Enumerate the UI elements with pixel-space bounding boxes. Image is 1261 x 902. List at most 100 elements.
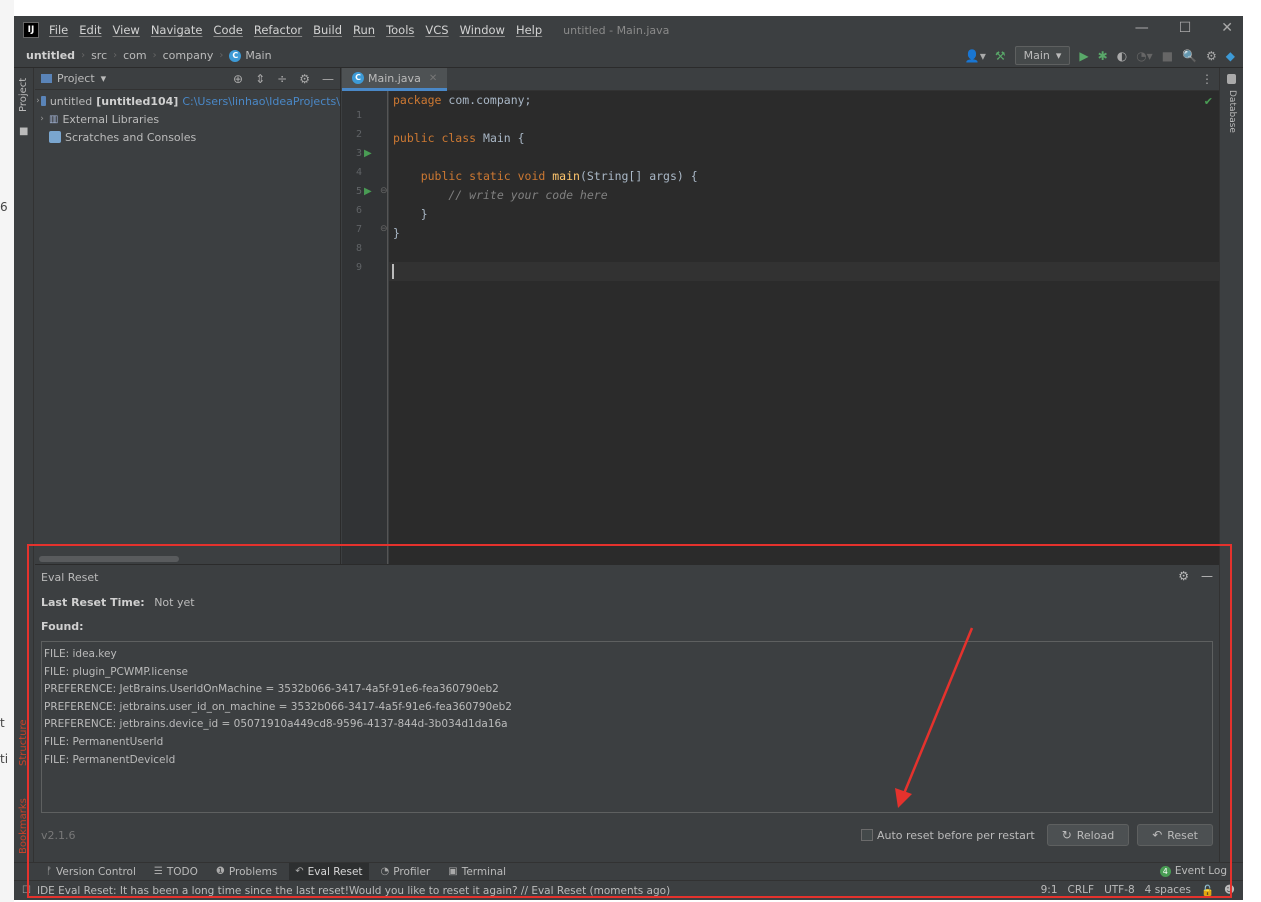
tab-eval-reset[interactable]: ↶ Eval Reset xyxy=(289,862,369,881)
event-log-button[interactable]: 4 Event Log xyxy=(1159,865,1227,877)
list-item: FILE: PermanentUserId xyxy=(44,735,164,748)
caret-position[interactable]: 9:1 xyxy=(1041,884,1058,897)
menu-window[interactable]: Window xyxy=(460,23,505,37)
menu-run[interactable]: Run xyxy=(353,23,375,37)
auto-reset-checkbox[interactable] xyxy=(860,829,873,841)
tree-item-scratches[interactable]: Scratches and Consoles xyxy=(35,128,340,146)
chevron-down-icon[interactable]: ▾ xyxy=(101,72,107,85)
code-line: // write your code here xyxy=(393,188,608,202)
locate-icon[interactable]: ⊕ xyxy=(233,72,243,86)
tab-todo[interactable]: ☰ TODO xyxy=(154,866,198,878)
breadcrumb-main[interactable]: Main xyxy=(245,49,271,62)
hide-icon[interactable]: — xyxy=(1201,569,1213,583)
expand-all-icon[interactable]: ⇕ xyxy=(255,72,265,86)
tab-terminal[interactable]: ▣ Terminal xyxy=(448,866,506,878)
run-gutter-icon[interactable]: ▶ xyxy=(364,186,372,197)
tab-main-java[interactable]: C Main.java ✕ xyxy=(342,68,448,91)
fold-icon[interactable]: ⊖ xyxy=(380,186,388,196)
search-icon[interactable]: 🔍 xyxy=(1182,49,1197,63)
chevron-right-icon: › xyxy=(81,50,86,61)
chevron-right-icon: › xyxy=(152,50,157,61)
gear-icon[interactable]: ⚙ xyxy=(299,72,310,86)
menu-help[interactable]: Help xyxy=(516,23,542,37)
line-number: 8 xyxy=(355,243,362,254)
stripe-structure-label[interactable]: Structure xyxy=(18,719,29,766)
breadcrumb-company[interactable]: company xyxy=(163,49,214,62)
status-message[interactable]: IDE Eval Reset: It has been a long time … xyxy=(37,885,670,897)
file-encoding[interactable]: UTF-8 xyxy=(1104,884,1135,897)
menu-edit[interactable]: Edit xyxy=(79,23,101,37)
stripe-bookmarks-label[interactable]: Bookmarks xyxy=(18,798,29,854)
run-icon[interactable]: ▶ xyxy=(1079,49,1088,63)
reset-button[interactable]: ↶ Reset xyxy=(1137,824,1213,846)
tree-item-external-libraries[interactable]: › ▥ External Libraries xyxy=(35,110,340,128)
user-icon[interactable]: 👤▾ xyxy=(965,49,986,63)
horizontal-scrollbar[interactable] xyxy=(39,556,179,562)
toggle-tool-windows-icon[interactable]: ☐ xyxy=(22,885,31,896)
tab-problems[interactable]: ❶ Problems xyxy=(216,866,277,878)
menu-navigate[interactable]: Navigate xyxy=(151,23,203,37)
menu-build[interactable]: Build xyxy=(313,23,342,37)
breadcrumb-project[interactable]: untitled xyxy=(26,49,75,62)
eval-reset-actions: Auto reset before per restart ↻ Reload ↶… xyxy=(860,824,1213,846)
menu-tools[interactable]: Tools xyxy=(386,23,414,37)
line-number: 7 xyxy=(355,224,362,235)
lock-icon[interactable]: 🔓 xyxy=(1201,884,1214,897)
stripe-project-label[interactable]: Project xyxy=(18,78,29,112)
gear-icon[interactable]: ⚙ xyxy=(1178,569,1189,583)
chevron-right-icon[interactable]: › xyxy=(35,96,41,106)
module-folder-icon xyxy=(40,96,46,106)
coverage-icon[interactable]: ◐ xyxy=(1117,49,1127,63)
found-row: Found: xyxy=(41,620,84,633)
minimize-icon[interactable]: — xyxy=(1135,20,1149,36)
folder-icon[interactable]: ■ xyxy=(19,126,28,137)
close-icon[interactable]: ✕ xyxy=(429,73,437,84)
debug-icon[interactable]: ✱ xyxy=(1098,49,1108,63)
reset-label: Reset xyxy=(1167,828,1198,842)
tab-version-control[interactable]: ᚠ Version Control xyxy=(46,866,136,878)
chevron-right-icon[interactable]: › xyxy=(35,114,49,124)
indent-setting[interactable]: 4 spaces xyxy=(1145,884,1191,897)
right-tool-stripe: Database xyxy=(1219,68,1243,900)
code-line: } xyxy=(393,207,428,221)
run-configuration-select[interactable]: Main ▾ xyxy=(1014,46,1071,65)
breadcrumb-com[interactable]: com xyxy=(123,49,147,62)
collapse-all-icon[interactable]: ÷ xyxy=(277,72,287,86)
maximize-icon[interactable]: ☐ xyxy=(1179,20,1192,36)
last-reset-value: Not yet xyxy=(154,596,195,609)
plugin-icon[interactable]: ◆ xyxy=(1226,49,1235,63)
auto-reset-option[interactable]: Auto reset before per restart xyxy=(860,829,1035,842)
project-pane-title[interactable]: Project xyxy=(57,72,95,85)
stripe-database-label[interactable]: Database xyxy=(1227,90,1237,133)
gear-icon[interactable]: ⚙ xyxy=(1206,49,1217,63)
menu-refactor[interactable]: Refactor xyxy=(254,23,302,37)
more-vertical-icon[interactable]: ⋮ xyxy=(1201,72,1213,86)
menu-code[interactable]: Code xyxy=(213,23,242,37)
menu-bar: IJ File Edit View Navigate Code Refactor… xyxy=(14,16,1243,44)
tab-profiler[interactable]: ◔ Profiler xyxy=(381,866,431,878)
project-pane-header: Project ▾ ⊕ ⇕ ÷ ⚙ — xyxy=(35,68,340,90)
close-icon[interactable]: ✕ xyxy=(1221,20,1233,36)
inspector-icon[interactable]: ☻ xyxy=(1224,884,1235,897)
menu-view[interactable]: View xyxy=(113,23,140,37)
code-editor[interactable]: package com.company; public class Main {… xyxy=(389,91,1219,564)
intellij-logo-icon[interactable]: IJ xyxy=(23,22,39,38)
tree-item-project-root[interactable]: › untitled [untitled104] C:\Users\linhao… xyxy=(35,92,340,110)
database-icon[interactable] xyxy=(1227,74,1236,84)
line-number: 6 xyxy=(355,205,362,216)
profile-icon[interactable]: ◔▾ xyxy=(1136,49,1153,63)
found-list[interactable]: FILE: idea.key FILE: plugin_PCWMP.licens… xyxy=(41,641,1213,813)
found-label: Found: xyxy=(41,620,84,633)
check-icon[interactable]: ✔ xyxy=(1204,95,1213,108)
stop-icon[interactable]: ■ xyxy=(1162,49,1173,63)
reload-button[interactable]: ↻ Reload xyxy=(1046,824,1130,846)
line-separator[interactable]: CRLF xyxy=(1068,884,1095,897)
run-gutter-icon[interactable]: ▶ xyxy=(364,148,372,159)
hide-icon[interactable]: — xyxy=(322,72,334,86)
code-line: public static void main(String[] args) { xyxy=(393,169,698,183)
menu-file[interactable]: File xyxy=(49,23,68,37)
breadcrumb-src[interactable]: src xyxy=(91,49,107,62)
build-hammer-icon[interactable]: ⚒ xyxy=(995,49,1006,63)
fold-icon[interactable]: ⊖ xyxy=(380,224,388,234)
menu-vcs[interactable]: VCS xyxy=(425,23,448,37)
